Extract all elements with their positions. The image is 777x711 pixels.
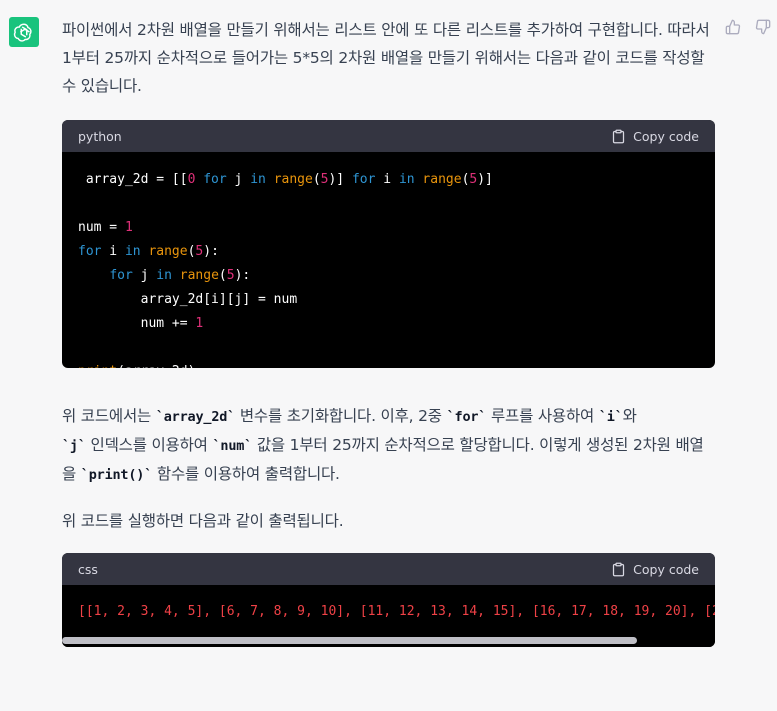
code-block-header: python Copy code [62,120,715,152]
inline-code: `for` [446,409,487,425]
code-block-header: css Copy code [62,553,715,585]
inline-code: `i` [598,409,623,425]
code-language-label: python [78,128,122,144]
inline-code: `print()` [80,467,153,483]
feedback-buttons [725,19,771,35]
assistant-avatar [9,17,39,47]
inline-code: `num` [212,438,253,454]
copy-code-label: Copy code [633,128,699,144]
horizontal-scrollbar[interactable] [62,633,715,647]
code-block-css: css Copy code [[1, 2, 3, 4, 5], [6, 7, 8… [62,553,715,647]
code-content: [[1, 2, 3, 4, 5], [6, 7, 8, 9, 10], [11,… [78,604,715,619]
thumbs-up-icon[interactable] [725,19,741,35]
openai-logo-icon [13,23,32,42]
code-language-label: css [78,561,98,577]
thumbs-down-icon[interactable] [755,19,771,35]
copy-code-label: Copy code [633,561,699,577]
scrollbar-thumb[interactable] [62,637,637,644]
inline-code: `j` [62,438,86,454]
message-paragraph: 파이썬에서 2차원 배열을 만들기 위해서는 리스트 안에 또 다른 리스트를 … [62,21,710,95]
code-block-python: python Copy code array_2d = [[0 for j in… [62,120,715,368]
code-content: array_2d = [[0 for j in range(5)] for i … [78,172,493,368]
inline-code: `array_2d` [155,409,236,425]
assistant-message: 파이썬에서 2차원 배열을 만들기 위해서는 리스트 안에 또 다른 리스트를 … [62,16,715,647]
copy-code-button[interactable]: Copy code [611,562,699,577]
message-paragraph: 위 코드를 실행하면 다음과 같이 출력됩니다. [62,512,344,530]
clipboard-icon [613,562,625,576]
copy-code-button[interactable]: Copy code [611,129,699,144]
clipboard-icon [613,129,625,143]
message-paragraph: 위 코드에서는 `array_2d` 변수를 초기화합니다. 이후, 2중 `f… [62,407,704,483]
